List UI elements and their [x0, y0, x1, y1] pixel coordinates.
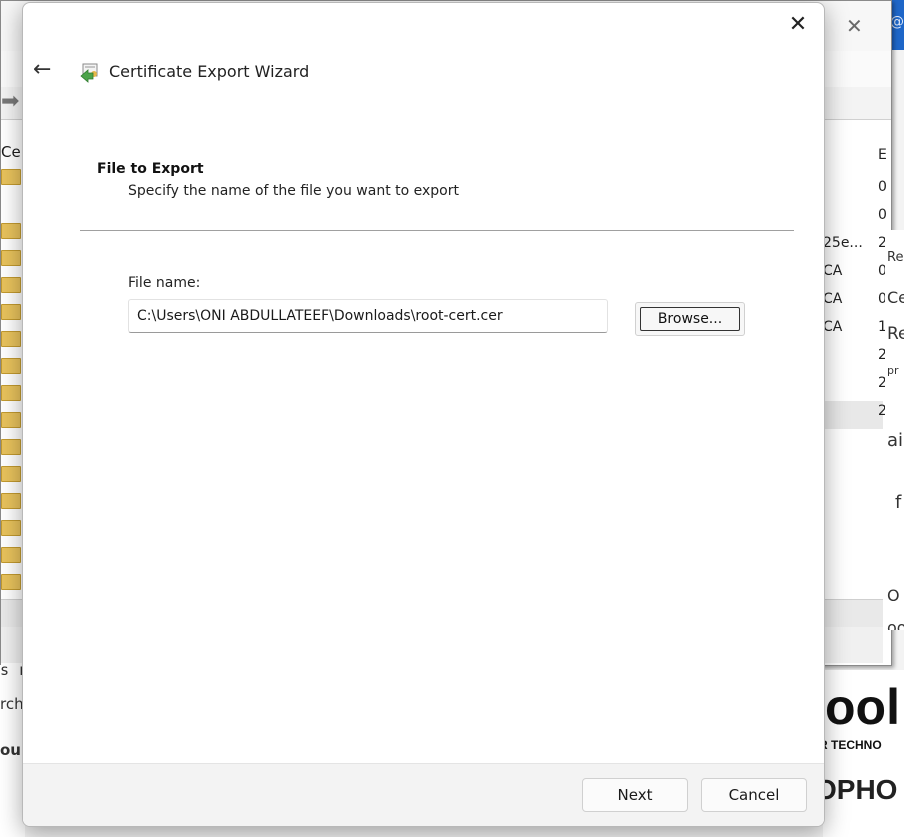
- background-account-fragment: @: [890, 14, 904, 30]
- list-header: E: [878, 147, 887, 163]
- folder-icon[interactable]: [1, 304, 21, 320]
- list-digit: 0: [878, 179, 887, 195]
- divider: [80, 230, 794, 231]
- list-cell[interactable]: 25e...: [823, 235, 863, 251]
- section-title: File to Export: [97, 161, 204, 177]
- panel-text: O: [887, 586, 900, 605]
- forward-arrow-icon[interactable]: ➡: [1, 89, 19, 114]
- panel-text: ai: [887, 430, 904, 451]
- mmc-tree-pane: Cer: [1, 135, 27, 615]
- background-text: rch: [0, 695, 24, 713]
- section-description: Specify the name of the file you want to…: [128, 183, 459, 199]
- folder-icon[interactable]: [1, 574, 21, 590]
- folder-icon[interactable]: [1, 385, 21, 401]
- panel-text: Re: [887, 324, 904, 344]
- browse-button-label: Browse...: [640, 307, 740, 331]
- background-logo: ool: [825, 679, 900, 735]
- certificate-wizard-icon: [80, 63, 98, 83]
- folder-icon[interactable]: [1, 169, 21, 185]
- folder-icon[interactable]: [1, 547, 21, 563]
- folder-icon[interactable]: [1, 520, 21, 536]
- panel-text: oo: [887, 618, 904, 630]
- folder-icon[interactable]: [1, 223, 21, 239]
- file-name-label: File name:: [128, 275, 201, 291]
- wizard-footer: Next Cancel: [23, 763, 824, 826]
- folder-icon[interactable]: [1, 277, 21, 293]
- folder-icon[interactable]: [1, 358, 21, 374]
- panel-text: Cer: [887, 288, 904, 307]
- wizard-title: Certificate Export Wizard: [109, 62, 310, 81]
- close-icon[interactable]: ✕: [786, 13, 810, 37]
- folder-icon[interactable]: [1, 439, 21, 455]
- certificate-export-wizard-dialog: ✕ ← Certificate Export Wizard File to Ex…: [22, 2, 825, 827]
- folder-icon[interactable]: [1, 412, 21, 428]
- list-cell[interactable]: CA: [823, 263, 842, 279]
- list-digit: 0: [878, 207, 887, 223]
- selected-row[interactable]: [823, 401, 883, 429]
- panel-text: pr: [887, 364, 899, 377]
- back-arrow-icon[interactable]: ←: [33, 59, 57, 83]
- file-name-input[interactable]: [128, 299, 608, 333]
- folder-icon[interactable]: [1, 250, 21, 266]
- mmc-list-pane: E 0 0 25e... 2 CA 0 CA 0 CA 1 2 2 2: [823, 135, 887, 605]
- folder-icon[interactable]: [1, 466, 21, 482]
- bottom-right-background: ool R TECHNO OPHO: [823, 670, 904, 837]
- folder-icon[interactable]: [1, 493, 21, 509]
- panel-text: Re: [887, 250, 904, 265]
- folder-icon[interactable]: [1, 331, 21, 347]
- background-logo-subtitle: R TECHNO: [823, 738, 882, 752]
- right-background-panel: Re Cer Re pr ai f O oo: [885, 230, 904, 630]
- background-close-icon[interactable]: ✕: [846, 14, 863, 38]
- list-cell[interactable]: CA: [823, 291, 842, 307]
- panel-text: f: [895, 492, 902, 513]
- cancel-button[interactable]: Cancel: [701, 778, 807, 812]
- browse-button[interactable]: Browse...: [635, 302, 745, 336]
- list-cell[interactable]: CA: [823, 319, 842, 335]
- background-logo-text: OPHO: [823, 774, 898, 805]
- next-button[interactable]: Next: [582, 778, 688, 812]
